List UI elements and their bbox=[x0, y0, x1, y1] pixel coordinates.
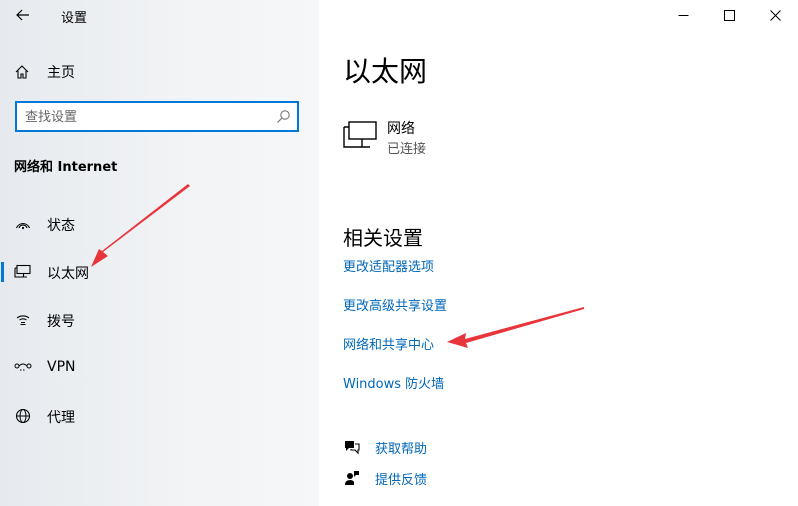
change-advanced-sharing-link[interactable]: 更改高级共享设置 bbox=[343, 295, 447, 314]
window-title: 设置 bbox=[61, 11, 88, 26]
sidebar-item-status[interactable]: 状态 bbox=[0, 206, 319, 242]
related-settings-title: 相关设置 bbox=[343, 226, 423, 250]
sidebar-item-label: 以太网 bbox=[47, 266, 89, 282]
sidebar-item-ethernet[interactable]: 以太网 bbox=[0, 254, 319, 290]
maximize-button[interactable] bbox=[706, 0, 752, 30]
vpn-icon bbox=[14, 359, 32, 377]
search-box[interactable] bbox=[15, 101, 299, 132]
home-label: 主页 bbox=[47, 65, 75, 81]
change-adapter-options-link[interactable]: 更改适配器选项 bbox=[343, 256, 434, 275]
home-icon bbox=[15, 65, 29, 79]
back-button[interactable] bbox=[8, 2, 38, 28]
ethernet-icon bbox=[14, 263, 32, 281]
sidebar-item-vpn[interactable]: VPN bbox=[0, 350, 319, 386]
feedback-link[interactable]: 提供反馈 bbox=[375, 469, 427, 488]
page-title: 以太网 bbox=[343, 55, 428, 88]
feedback-icon bbox=[343, 469, 361, 487]
sidebar-item-label: 状态 bbox=[47, 218, 75, 234]
status-icon bbox=[14, 215, 32, 233]
help-chat-icon bbox=[343, 438, 361, 456]
back-arrow-icon bbox=[16, 9, 29, 21]
maximize-icon bbox=[723, 9, 735, 21]
sidebar-item-label: VPN bbox=[47, 359, 76, 375]
proxy-globe-icon bbox=[14, 407, 32, 425]
network-connection-status: 已连接 bbox=[387, 142, 427, 157]
sidebar-item-label: 拨号 bbox=[47, 314, 75, 330]
minimize-button[interactable] bbox=[660, 0, 706, 30]
get-help-row[interactable]: 获取帮助 bbox=[343, 437, 427, 457]
search-input[interactable] bbox=[25, 107, 265, 127]
selection-indicator bbox=[1, 262, 4, 282]
search-icon[interactable] bbox=[276, 109, 291, 124]
windows-firewall-link[interactable]: Windows 防火墙 bbox=[343, 373, 444, 392]
network-sharing-center-link[interactable]: 网络和共享中心 bbox=[343, 334, 434, 353]
sidebar-item-label: 代理 bbox=[47, 410, 75, 426]
window-controls bbox=[660, 0, 798, 30]
sidebar-home[interactable]: 主页 bbox=[14, 60, 75, 84]
sidebar-item-proxy[interactable]: 代理 bbox=[0, 398, 319, 434]
sidebar-item-dialup[interactable]: 拨号 bbox=[0, 302, 319, 338]
minimize-icon bbox=[678, 14, 688, 16]
close-button[interactable] bbox=[752, 0, 798, 30]
network-name: 网络 bbox=[387, 121, 415, 137]
dialup-icon bbox=[14, 311, 32, 329]
close-icon bbox=[769, 9, 781, 21]
main-content: 以太网 网络 已连接 相关设置 更改适配器选项 更改高级共享设置 网络和共享中心… bbox=[319, 0, 798, 506]
sidebar: 设置 主页 网络和 Internet 状态 以太网 拨号 VPN bbox=[0, 0, 319, 506]
section-title: 网络和 Internet bbox=[14, 160, 118, 175]
feedback-row[interactable]: 提供反馈 bbox=[343, 468, 427, 488]
get-help-link[interactable]: 获取帮助 bbox=[375, 438, 427, 457]
ethernet-monitor-icon bbox=[343, 121, 377, 148]
network-status[interactable]: 网络 已连接 bbox=[343, 118, 643, 162]
